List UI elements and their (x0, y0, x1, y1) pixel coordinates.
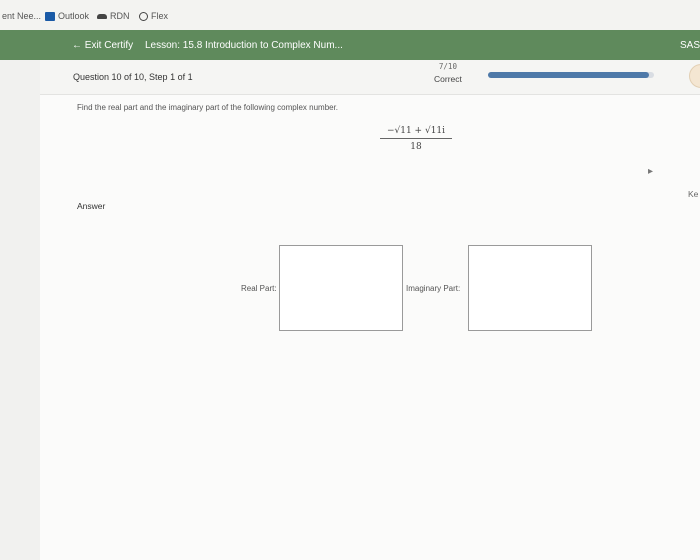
question-step-label: Question 10 of 10, Step 1 of 1 (73, 72, 193, 82)
bookmark-label: ent Nee... (2, 11, 42, 21)
user-initials[interactable]: SASH (680, 40, 700, 51)
imaginary-part-label: Imaginary Part: (406, 284, 461, 293)
bookmark-rdn[interactable]: RDN (97, 11, 130, 21)
question-prompt: Find the real part and the imaginary par… (77, 103, 339, 112)
real-part-input[interactable] (279, 245, 403, 331)
mouse-cursor-icon: ▸ (648, 166, 654, 177)
flex-icon (139, 11, 148, 21)
bookmark-label: Flex (151, 11, 169, 21)
progress-fill (488, 72, 650, 78)
complex-number-expression: −√11 + √11i 18 (380, 126, 452, 152)
side-text: Ke (688, 189, 699, 199)
score-display: 7/10 Correct (434, 62, 462, 84)
expression-numerator: −√11 + √11i (380, 126, 452, 139)
avatar[interactable] (689, 64, 700, 88)
imaginary-part-input[interactable] (468, 245, 592, 331)
back-arrow-icon: ← (72, 40, 82, 51)
score-value: 7/10 (438, 62, 457, 71)
bookmark-label: Outlook (58, 11, 90, 21)
rdn-icon (97, 13, 107, 19)
outlook-icon (45, 11, 55, 21)
real-part-label: Real Part: (241, 284, 277, 293)
answer-heading: Answer (77, 201, 106, 211)
bookmark-outlook[interactable]: Outlook (45, 11, 89, 21)
exit-certify-button[interactable]: ← Exit Certify (72, 40, 133, 51)
expression-denominator: 18 (410, 142, 422, 152)
bookmark-label: RDN (110, 11, 130, 21)
progress-bar (488, 72, 654, 78)
score-status: Correct (434, 74, 462, 84)
bookmarks-bar: ent Nee... Outlook RDN Flex (0, 0, 700, 30)
lesson-title: Lesson: 15.8 Introduction to Complex Num… (145, 40, 343, 51)
lesson-topbar: ← Exit Certify Lesson: 15.8 Introduction… (0, 30, 700, 60)
left-gutter (0, 60, 40, 560)
bookmark-flex[interactable]: Flex (139, 11, 168, 21)
question-header: Question 10 of 10, Step 1 of 1 7/10 Corr… (40, 60, 700, 95)
exit-label: Exit Certify (84, 40, 134, 51)
bookmark-item[interactable]: ent Nee... (2, 11, 41, 21)
